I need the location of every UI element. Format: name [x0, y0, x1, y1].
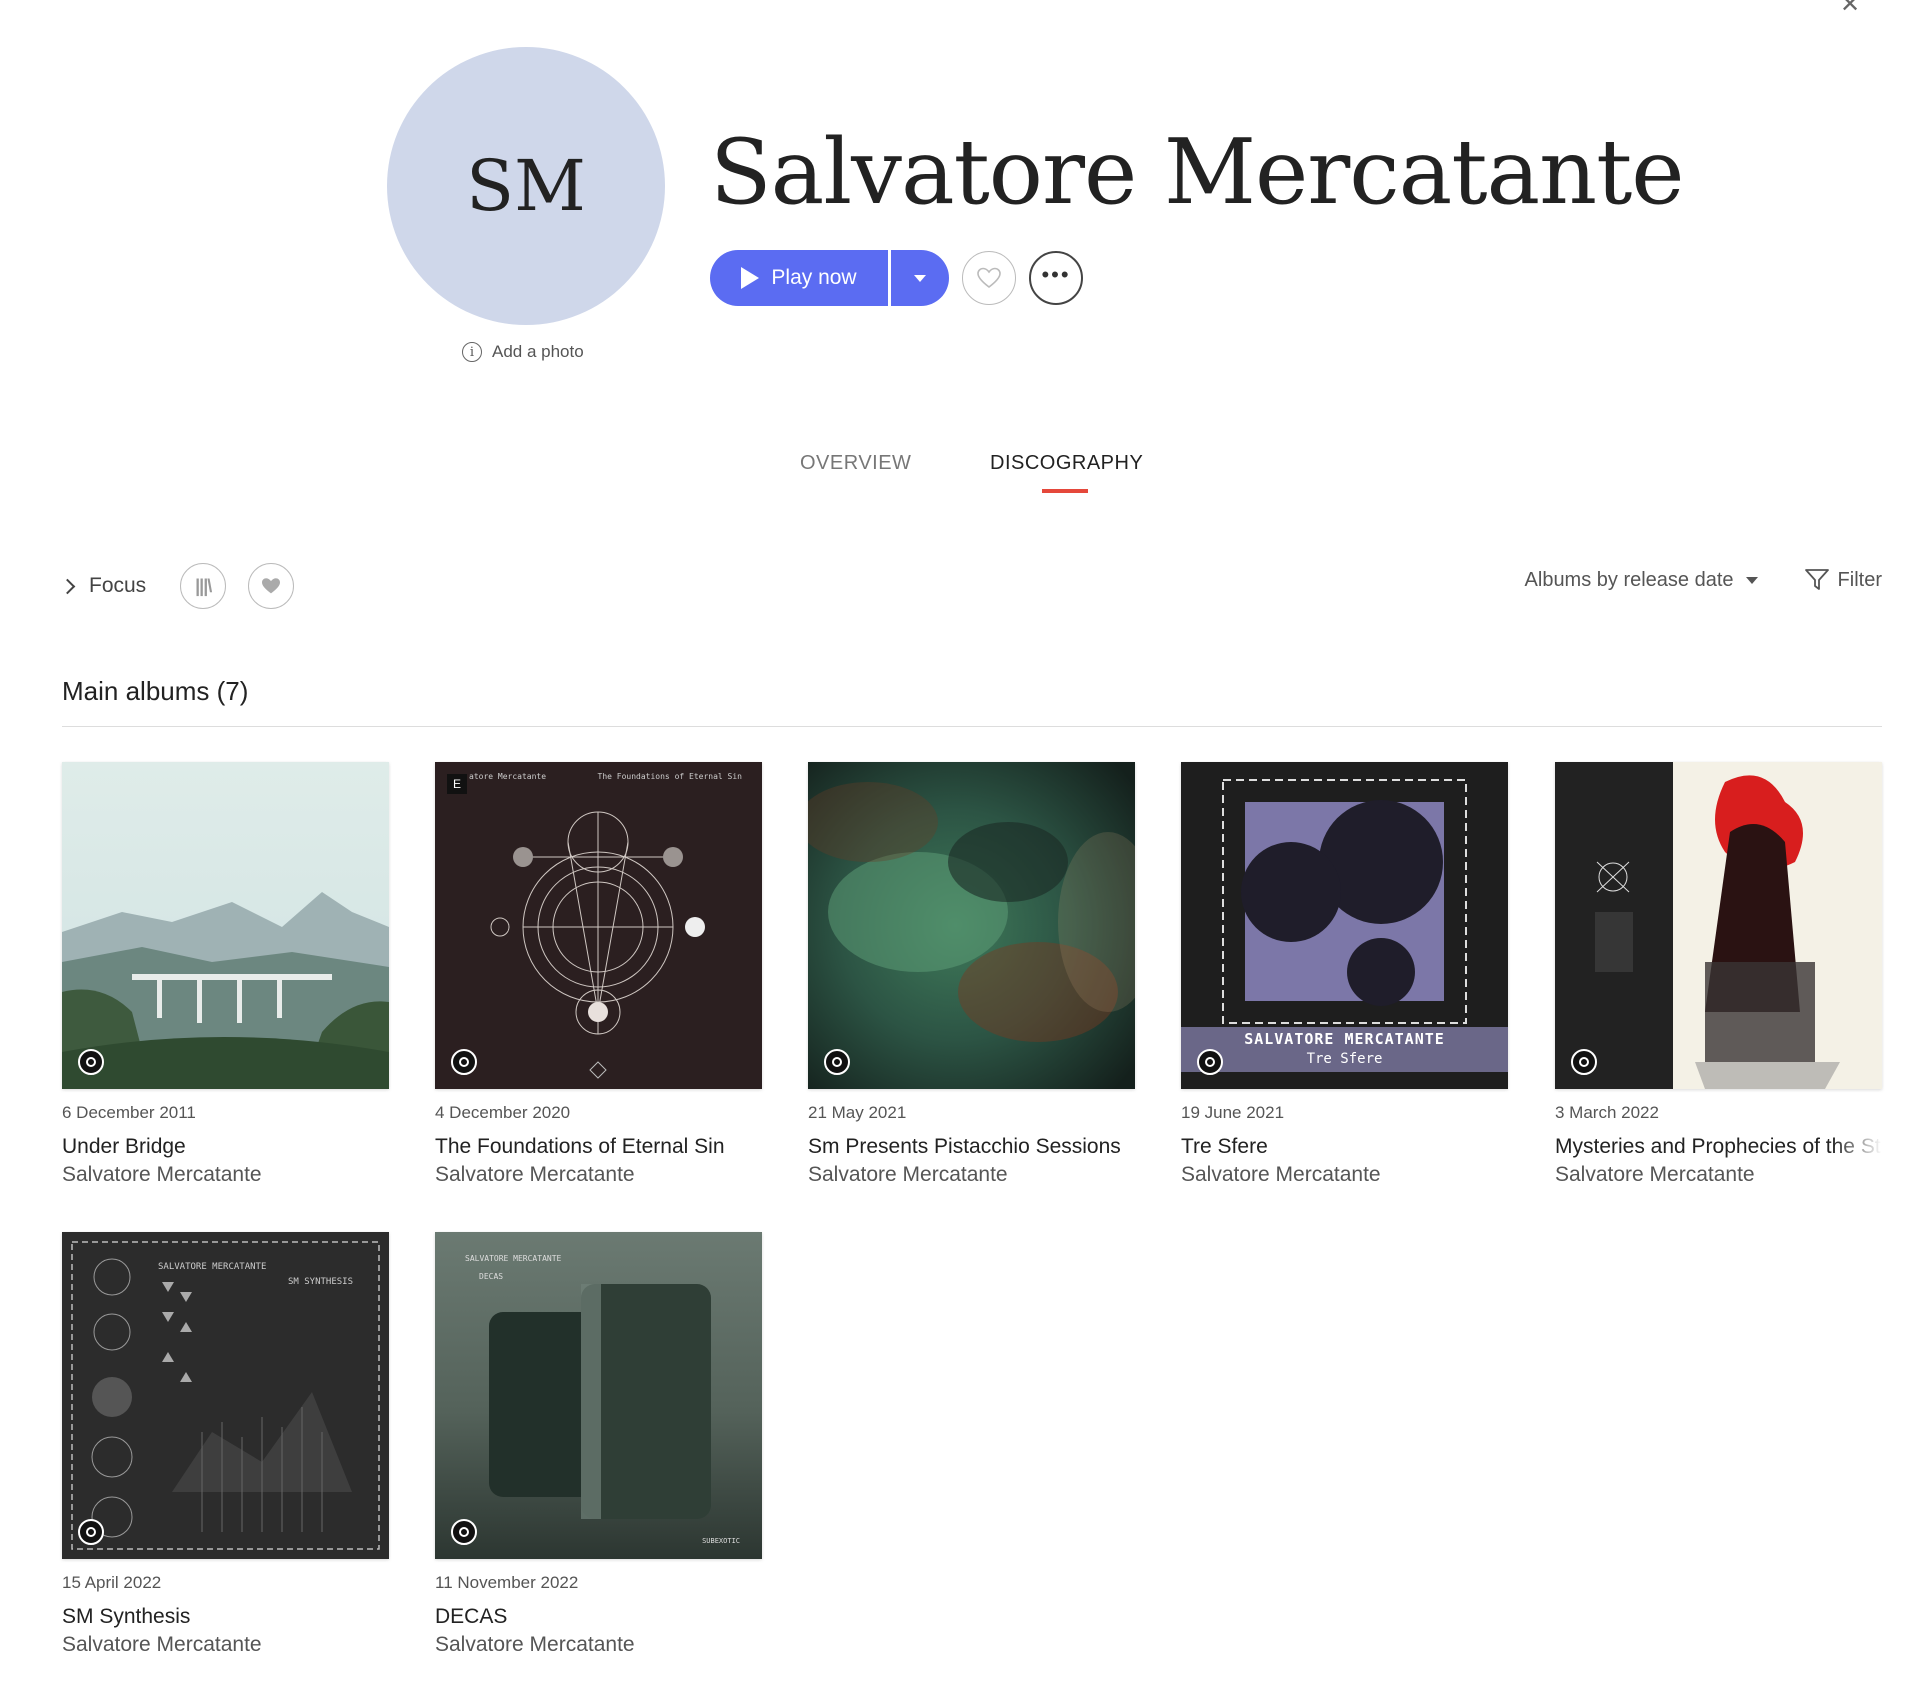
hires-icon — [1571, 1049, 1597, 1075]
album-cover[interactable] — [1555, 762, 1882, 1089]
play-icon — [741, 267, 760, 289]
play-now-button[interactable]: Play now — [710, 250, 888, 306]
avatar-initials: SM — [466, 145, 586, 227]
hires-icon — [824, 1049, 850, 1075]
focus-label: Focus — [89, 574, 147, 597]
album-artist[interactable]: Salvatore Mercatante — [808, 1163, 1135, 1187]
hires-icon — [78, 1049, 104, 1075]
album-cover[interactable]: SALVATORE MERCATANTE DECAS SUBEXOTIC — [435, 1232, 762, 1559]
album-release-date: 19 June 2021 — [1181, 1103, 1285, 1122]
album-artist[interactable]: Salvatore Mercatante — [62, 1633, 389, 1657]
hires-icon — [1197, 1049, 1223, 1075]
album-artist[interactable]: Salvatore Mercatante — [62, 1163, 389, 1187]
artist-name: Salvatore Mercatante — [710, 120, 1685, 225]
filter-icon — [1804, 569, 1829, 590]
artist-actions: Play now ••• — [710, 250, 1083, 306]
album-artist[interactable]: Salvatore Mercatante — [435, 1163, 762, 1187]
album-card[interactable]: SALVATORE MERCATANTE Tre Sfere 19 June 2… — [1181, 762, 1508, 1187]
chevron-right-icon — [59, 578, 76, 594]
album-card[interactable]: 21 May 2021 Sm Presents Pistacchio Sessi… — [808, 762, 1135, 1187]
section-title: Main albums (7) — [62, 676, 249, 706]
cover-art — [435, 762, 762, 1089]
cover-art — [808, 762, 1135, 1089]
album-artist[interactable]: Salvatore Mercatante — [435, 1633, 762, 1657]
library-icon: |||\ — [195, 575, 212, 596]
album-title[interactable]: The Foundations of Eternal Sin — [435, 1135, 762, 1159]
cover-text: atore Mercatante — [469, 772, 547, 781]
chevron-down-icon — [1745, 576, 1758, 584]
section-divider — [62, 726, 1882, 727]
add-photo-label: Add a photo — [492, 342, 584, 361]
play-now-label: Play now — [771, 266, 857, 289]
hires-icon — [451, 1049, 477, 1075]
album-cover[interactable] — [62, 762, 389, 1089]
album-title[interactable]: Tre Sfere — [1181, 1135, 1508, 1159]
sort-label: Albums by release date — [1524, 568, 1734, 591]
close-icon[interactable]: ✕ — [1840, 0, 1860, 19]
hires-icon — [78, 1519, 104, 1545]
cover-art — [1555, 762, 1882, 1089]
chevron-down-icon — [914, 274, 926, 282]
sort-dropdown[interactable]: Albums by release date — [1525, 569, 1758, 592]
tab-overview[interactable]: OVERVIEW — [800, 452, 911, 475]
play-options-dropdown[interactable] — [891, 250, 949, 306]
album-card[interactable]: SALVATORE MERCATANTE DECAS SUBEXOTIC 11 … — [435, 1232, 762, 1657]
album-title[interactable]: Under Bridge — [62, 1135, 389, 1159]
cover-text: The Foundations of Eternal Sin — [597, 772, 743, 781]
cover-text: SM SYNTHESIS — [288, 1277, 354, 1287]
cover-text: DECAS — [479, 1272, 504, 1281]
album-release-date: 6 December 2011 — [62, 1103, 196, 1122]
album-title[interactable]: Mysteries and Prophecies of the St — [1555, 1135, 1882, 1159]
album-cover[interactable] — [808, 762, 1135, 1089]
album-cover[interactable]: atore Mercatante The Foundations of Eter… — [435, 762, 762, 1089]
cover-text: SALVATORE MERCATANTE — [1244, 1030, 1445, 1048]
album-release-date: 11 November 2022 — [435, 1573, 579, 1592]
album-release-date: 4 December 2020 — [435, 1103, 571, 1122]
album-artist[interactable]: Salvatore Mercatante — [1181, 1163, 1508, 1187]
album-artist[interactable]: Salvatore Mercatante — [1555, 1163, 1882, 1187]
album-title[interactable]: SM Synthesis — [62, 1605, 389, 1629]
cover-text: SUBEXOTIC — [702, 1537, 740, 1545]
album-card[interactable]: 6 December 2011 Under Bridge Salvatore M… — [62, 762, 389, 1187]
album-cover[interactable]: SALVATORE MERCATANTE Tre Sfere — [1181, 762, 1508, 1089]
album-cover[interactable]: SALVATORE MERCATANTE SM SYNTHESIS — [62, 1232, 389, 1559]
cover-text: SALVATORE MERCATANTE — [158, 1262, 267, 1272]
album-release-date: 3 March 2022 — [1555, 1103, 1659, 1122]
add-photo-link[interactable]: i Add a photo — [462, 342, 584, 362]
cover-text: SALVATORE MERCATANTE — [465, 1254, 562, 1263]
cover-art — [62, 762, 389, 1089]
filter-label: Filter — [1837, 568, 1882, 591]
favorite-button[interactable] — [962, 251, 1016, 305]
album-card[interactable]: SALVATORE MERCATANTE SM SYNTHESIS 15 Apr… — [62, 1232, 389, 1657]
explicit-badge: E — [447, 774, 467, 794]
focus-toggle[interactable]: Focus — [59, 574, 147, 598]
album-release-date: 15 April 2022 — [62, 1573, 162, 1592]
active-tab-indicator — [1042, 489, 1088, 493]
library-filter-button[interactable]: |||\ — [180, 563, 227, 609]
album-card[interactable]: 3 March 2022 Mysteries and Prophecies of… — [1555, 762, 1882, 1187]
album-release-date: 21 May 2021 — [808, 1103, 907, 1122]
artist-avatar: SM — [387, 47, 665, 325]
heart-icon — [977, 267, 1001, 289]
discography-toolbar: Focus |||\ — [59, 563, 316, 609]
sort-filter-controls: Albums by release date Filter — [1525, 568, 1882, 592]
cover-art — [435, 1232, 762, 1559]
info-icon: i — [462, 342, 482, 362]
album-title[interactable]: Sm Presents Pistacchio Sessions — [808, 1135, 1135, 1159]
heart-icon — [262, 578, 281, 594]
favorites-filter-button[interactable] — [248, 563, 295, 609]
filter-button[interactable]: Filter — [1804, 568, 1882, 592]
album-title[interactable]: DECAS — [435, 1605, 762, 1629]
tab-discography[interactable]: DISCOGRAPHY — [990, 452, 1143, 475]
cover-text: Tre Sfere — [1306, 1051, 1383, 1067]
more-options-button[interactable]: ••• — [1029, 251, 1083, 305]
hires-icon — [451, 1519, 477, 1545]
album-card[interactable]: atore Mercatante The Foundations of Eter… — [435, 762, 762, 1187]
more-icon: ••• — [1041, 262, 1071, 287]
